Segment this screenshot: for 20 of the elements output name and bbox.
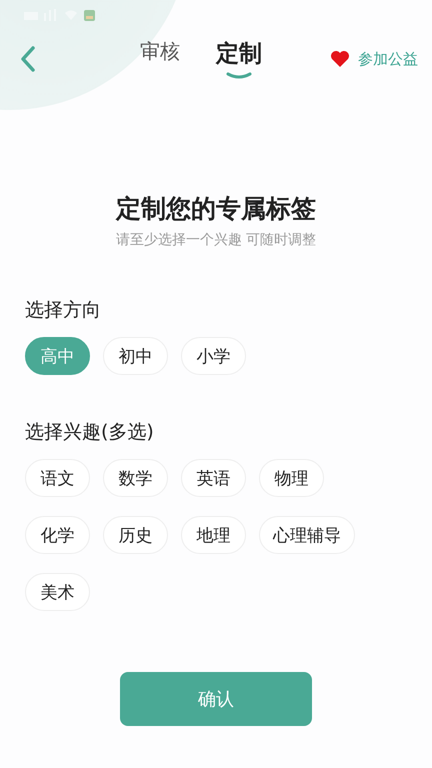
app-icon: [84, 10, 95, 20]
heart-icon: [330, 50, 350, 68]
tag-chip[interactable]: 化学: [25, 516, 90, 554]
tag-chip[interactable]: 美术: [25, 573, 90, 611]
tag-chip[interactable]: 历史: [103, 516, 168, 554]
page-title: 定制您的专属标签: [116, 193, 316, 225]
tab-underline: [226, 72, 252, 78]
section-label: 选择兴趣(多选): [25, 420, 155, 445]
tag-chip[interactable]: 数学: [103, 459, 168, 497]
tag-chip[interactable]: 心理辅导: [259, 516, 355, 554]
section-label: 选择方向: [25, 298, 102, 323]
tag-chip[interactable]: 小学: [181, 337, 246, 375]
tag-chip[interactable]: 语文: [25, 459, 90, 497]
tag-chip[interactable]: 地理: [181, 516, 246, 554]
tag-chip[interactable]: 物理: [259, 459, 324, 497]
tab[interactable]: 定制: [216, 38, 262, 80]
page-subtitle: 请至少选择一个兴趣 可随时调整: [116, 231, 316, 249]
tab[interactable]: 审核: [140, 38, 180, 76]
tag-chip[interactable]: 英语: [181, 459, 246, 497]
tag-chip[interactable]: 初中: [103, 337, 168, 375]
